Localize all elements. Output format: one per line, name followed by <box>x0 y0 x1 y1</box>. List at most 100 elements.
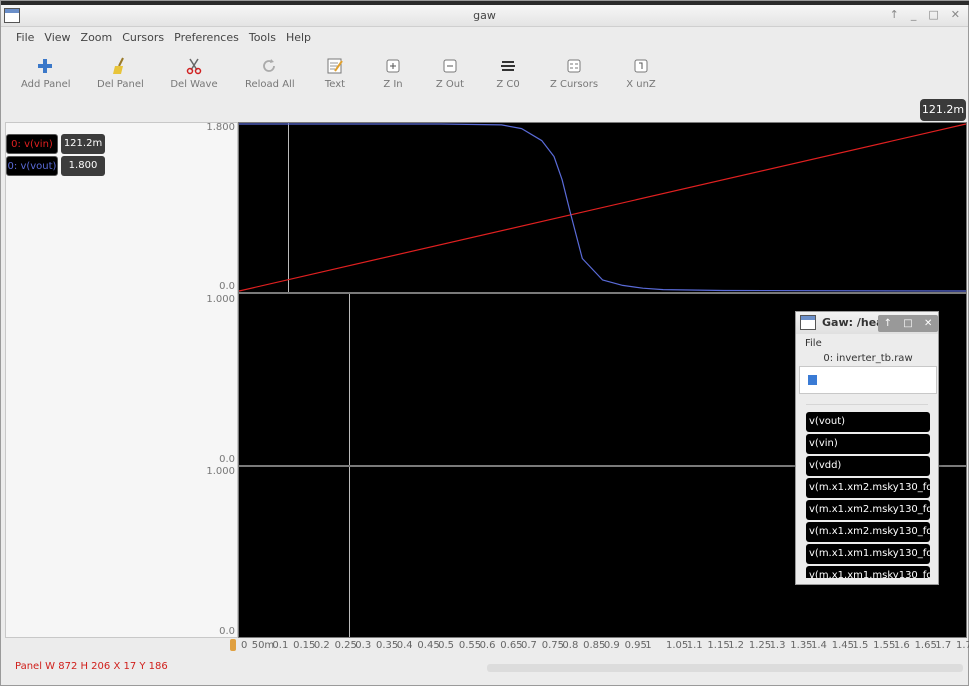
waveform-panel-1[interactable] <box>238 122 967 293</box>
x-tick-label: 1.35 <box>790 640 813 651</box>
cursor-value-badge: 121.2m <box>920 99 966 121</box>
x-tick-label: 50m <box>251 640 275 651</box>
zoom-cursors-button[interactable]: Z Cursors <box>549 57 599 90</box>
del-panel-button[interactable]: Del Panel <box>97 57 144 90</box>
zoom-out-button[interactable]: Z Out <box>434 57 466 90</box>
signal-item[interactable]: v(m.x1.xm2.msky130_fd <box>806 478 930 498</box>
zoom-out-icon <box>443 59 457 73</box>
x-tick-label: 0.75 <box>541 640 564 651</box>
wave-label-vin[interactable]: 0: v(vin) <box>6 134 58 154</box>
x-tick-label: 1.1 <box>686 640 703 651</box>
divider <box>806 404 928 405</box>
menu-file[interactable]: File <box>11 29 39 49</box>
zoom-cursors-icon <box>567 59 581 73</box>
maximize-button[interactable]: □ <box>903 318 912 329</box>
x-tick-label: 0.5 <box>438 640 455 651</box>
signal-item[interactable]: v(vin) <box>806 434 930 454</box>
close-button[interactable]: ✕ <box>951 8 960 21</box>
series-vin-line <box>238 123 967 292</box>
waveform-plot <box>238 123 967 292</box>
broom-icon <box>113 57 124 74</box>
minimize-button[interactable]: _ <box>911 8 917 21</box>
x-tick-label: 0.55 <box>458 640 482 651</box>
menu-zoom[interactable]: Zoom <box>76 29 118 49</box>
x-tick-label: 0.95 <box>624 640 647 651</box>
signal-list: v(vout) v(vin) v(vdd) v(m.x1.xm2.msky130… <box>806 412 930 578</box>
keep-above-button[interactable]: ↑ <box>890 8 899 21</box>
window-controls: ↑ _ □ ✕ <box>890 8 960 21</box>
title-bar[interactable]: gaw ↑ _ □ ✕ <box>1 5 968 27</box>
signal-item[interactable]: v(vdd) <box>806 456 930 476</box>
file-browser-title: Gaw: /hea <box>822 316 878 329</box>
menu-preferences[interactable]: Preferences <box>169 29 244 49</box>
x-tick-label: 1.2 <box>728 640 745 651</box>
horizontal-scrollbar[interactable] <box>487 664 963 672</box>
menu-view[interactable]: View <box>39 29 75 49</box>
wave-list-pane <box>5 122 238 638</box>
x-tick-label: 0.9 <box>603 640 620 651</box>
x-tick-label: 0.8 <box>562 640 579 651</box>
x-tick-label: 0 <box>241 640 248 651</box>
window-icon[interactable] <box>800 315 816 330</box>
signal-item[interactable]: v(m.x1.xm2.msky130_fd <box>806 500 930 520</box>
panel1-ymin: 0.0 <box>219 281 235 292</box>
file-name-label: 0: inverter_tb.raw <box>823 353 913 364</box>
toolbar: Add Panel Del Panel Del Wave Reload All … <box>1 53 968 99</box>
panel1-ymax: 1.800 <box>206 122 235 133</box>
zoom-in-button[interactable]: Z In <box>379 57 407 90</box>
x-tick-label: 1 <box>645 640 652 651</box>
reload-all-button[interactable]: Reload All <box>245 57 295 90</box>
x-tick-label: 0.85 <box>583 640 606 651</box>
file-browser-title-bar[interactable]: Gaw: /hea ↑ □ ✕ <box>796 312 938 334</box>
x-axis-marker-icon <box>230 639 236 651</box>
x-unzoom-button[interactable]: X unZ <box>625 57 657 90</box>
status-text: Panel W 872 H 206 X 17 Y 186 <box>15 661 168 672</box>
x-tick-label: 0.45 <box>417 640 440 651</box>
reload-icon <box>263 59 275 72</box>
signal-item[interactable]: v(m.x1.xm1.msky130_fd <box>806 566 930 578</box>
panel2-ymin: 0.0 <box>219 454 235 465</box>
signal-item[interactable]: v(m.x1.xm2.msky130_fd <box>806 522 930 542</box>
panel3-ymax: 1.000 <box>206 466 235 477</box>
panel2-ymax: 1.000 <box>206 294 235 305</box>
x-tick-label: 0.25 <box>334 640 357 651</box>
text-edit-icon <box>327 58 343 74</box>
x-tick-label: 1.45 <box>831 640 854 651</box>
add-panel-icon <box>38 59 52 73</box>
status-bar: Panel W 872 H 206 X 17 Y 186 <box>1 657 968 683</box>
del-wave-button[interactable]: Del Wave <box>170 57 218 90</box>
file-browser-controls: ↑ □ ✕ <box>878 315 938 332</box>
zoom-c0-icon <box>501 61 515 71</box>
x-tick-label: 1.65 <box>914 640 937 651</box>
x-tick-label: 1.05 <box>666 640 689 651</box>
window-title: gaw <box>473 9 496 22</box>
x-tick-label: 1.7 <box>935 640 952 651</box>
zoom-c0-button[interactable]: Z C0 <box>493 57 523 90</box>
wave-value-vout: 1.800 <box>61 156 105 176</box>
x-tick-label: 1.15 <box>707 640 730 651</box>
file-browser-window: Gaw: /hea ↑ □ ✕ File 0: inverter_tb.raw … <box>795 311 939 585</box>
x-tick-label: 0.4 <box>396 640 413 651</box>
zoom-in-icon <box>386 59 400 73</box>
keep-above-button[interactable]: ↑ <box>884 318 892 329</box>
x-tick-label: 0.15 <box>293 640 316 651</box>
menu-tools[interactable]: Tools <box>244 29 281 49</box>
x-unzoom-icon <box>634 59 648 73</box>
wave-label-vout[interactable]: 0: v(vout) <box>6 156 58 176</box>
menu-help[interactable]: Help <box>281 29 316 49</box>
signal-item[interactable]: v(vout) <box>806 412 930 432</box>
x-tick-label: 0.2 <box>313 640 330 651</box>
x-tick-label: 0.6 <box>479 640 496 651</box>
file-browser-menu-file[interactable]: File <box>805 338 822 349</box>
maximize-button[interactable]: □ <box>928 8 938 21</box>
close-button[interactable]: ✕ <box>924 318 932 329</box>
menu-bar: File View Zoom Cursors Preferences Tools… <box>1 29 968 49</box>
x-tick-label: 0.1 <box>272 640 289 651</box>
add-panel-button[interactable]: Add Panel <box>21 57 71 90</box>
signal-item[interactable]: v(m.x1.xm1.msky130_fd <box>806 544 930 564</box>
x-tick-label: 1.25 <box>748 640 772 651</box>
menu-cursors[interactable]: Cursors <box>117 29 169 49</box>
text-button[interactable]: Text <box>322 57 348 90</box>
signal-filter-input[interactable] <box>799 366 937 394</box>
x-tick-label: 1.3 <box>769 640 786 651</box>
